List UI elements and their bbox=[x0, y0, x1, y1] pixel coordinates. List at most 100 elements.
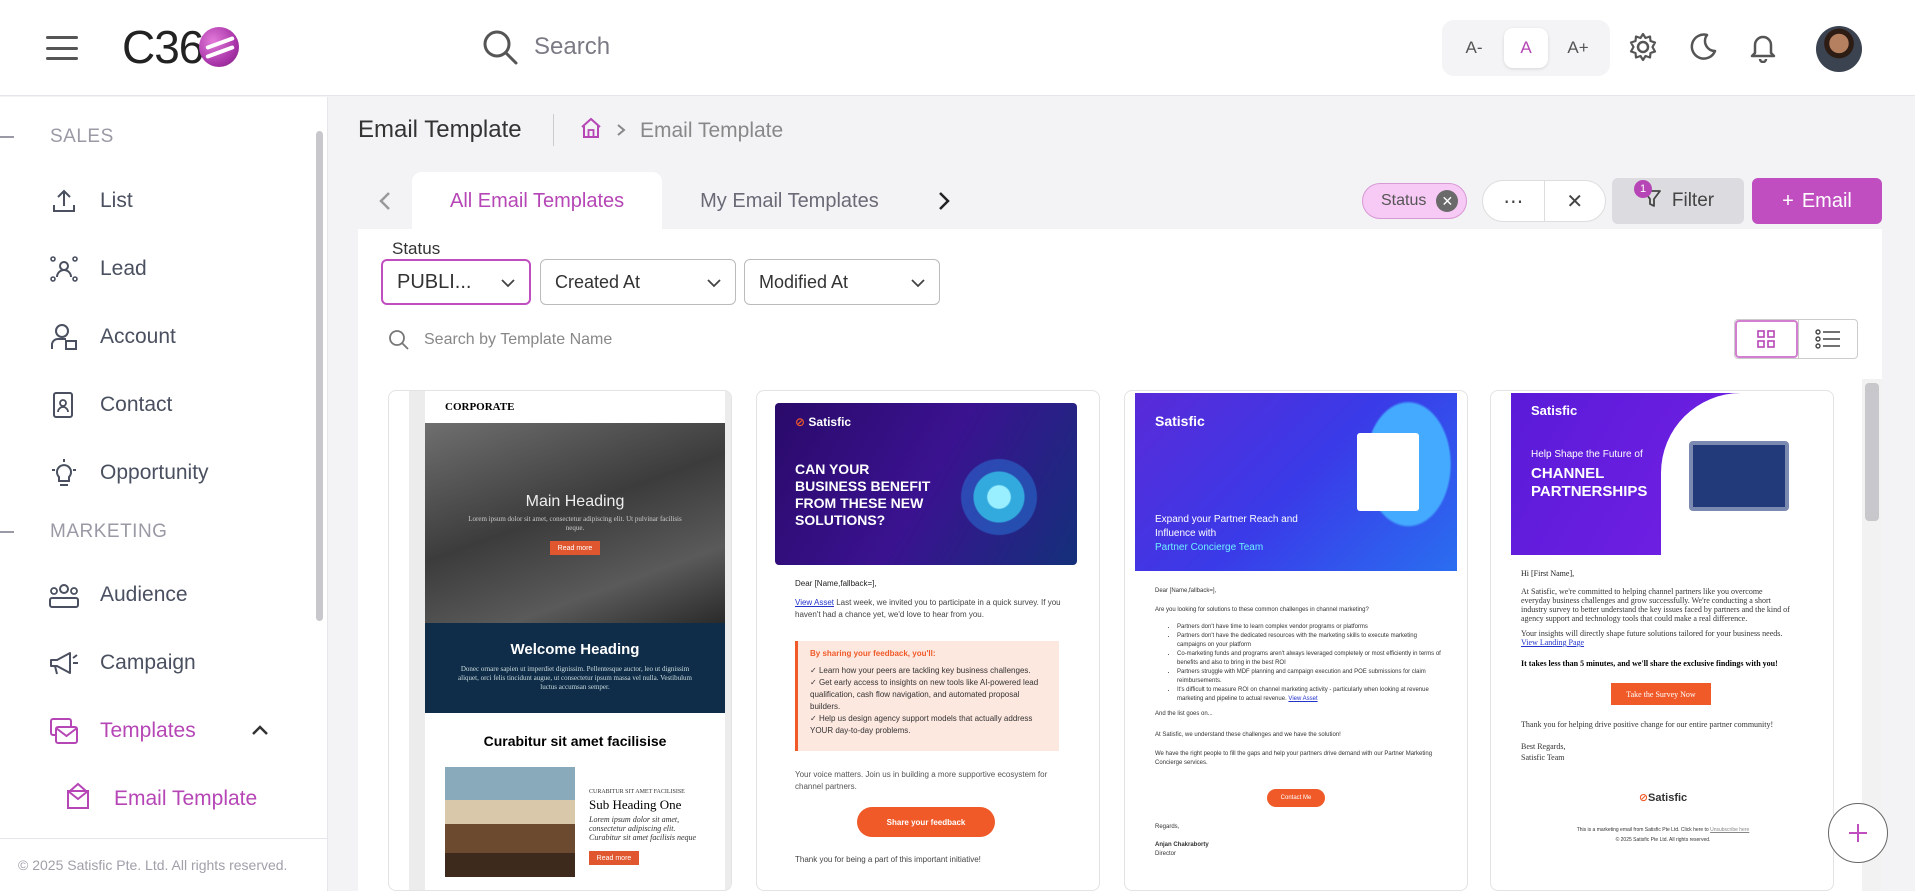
section-label-marketing: MARKETING bbox=[50, 521, 168, 542]
preview-text: Dear [Name,fallback=], bbox=[795, 579, 877, 588]
preview-text: Donec ornare sapien ut imperdiet digniss… bbox=[458, 665, 692, 691]
template-tabs: All Email Templates My Email Templates bbox=[358, 172, 971, 230]
tabs-next-button[interactable] bbox=[917, 172, 971, 230]
sidebar-subitem-email-template[interactable]: Email Template bbox=[64, 777, 304, 821]
more-options-icon[interactable]: ⋯ bbox=[1483, 181, 1545, 221]
email-sheet: CORPORATE Main Heading Lorem ipsum dolor… bbox=[425, 391, 725, 890]
filter-count-badge: 1 bbox=[1634, 180, 1652, 198]
sidebar-item-audience[interactable]: Audience bbox=[48, 573, 308, 617]
sidebar-subitem-label: Email Template bbox=[114, 787, 258, 810]
preview-orb-graphic bbox=[955, 453, 1043, 541]
email-template-icon bbox=[64, 781, 92, 817]
preview-text: Sub Heading One bbox=[589, 797, 682, 812]
upload-icon bbox=[48, 185, 80, 217]
scrollbar-thumb[interactable] bbox=[1865, 383, 1879, 521]
card-preview: CORPORATE Main Heading Lorem ipsum dolor… bbox=[409, 391, 731, 890]
preview-hero-image: Main Heading Lorem ipsum dolor sit amet,… bbox=[425, 423, 725, 623]
section-label-sales: SALES bbox=[50, 126, 114, 147]
dark-mode-moon-icon[interactable] bbox=[1686, 30, 1720, 64]
preview-text: Expand your Partner Reach and Influence … bbox=[1155, 514, 1298, 553]
logo-globe-icon bbox=[199, 27, 240, 67]
preview-text: Hi [First Name], bbox=[1521, 569, 1575, 578]
gear-icon[interactable] bbox=[1626, 30, 1660, 64]
copyright-footer: © 2025 Satisfic Pte. Ltd. All rights res… bbox=[0, 838, 327, 891]
status-select-value: PUBLI... bbox=[397, 270, 472, 293]
preview-text: Your voice matters. Join us in building … bbox=[795, 770, 1048, 791]
modified-at-select[interactable]: Modified At bbox=[744, 259, 940, 305]
sidebar-item-templates[interactable]: Templates bbox=[48, 709, 308, 753]
font-normal-button[interactable]: A bbox=[1504, 28, 1548, 68]
filter-button[interactable]: 1 Filter bbox=[1612, 178, 1744, 224]
sidebar-item-lead[interactable]: Lead bbox=[48, 247, 308, 291]
sidebar-item-opportunity[interactable]: Opportunity bbox=[48, 451, 308, 495]
preview-button: Read more bbox=[589, 851, 639, 865]
preview-text: Lorem ipsum dolor sit amet, consectetur … bbox=[589, 815, 697, 842]
grid-view-icon[interactable] bbox=[1735, 320, 1798, 358]
preview-text: CORPORATE bbox=[445, 401, 515, 413]
sidebar-item-campaign[interactable]: Campaign bbox=[48, 641, 308, 685]
preview-monitor-graphic bbox=[1689, 441, 1789, 511]
bell-icon[interactable] bbox=[1746, 30, 1780, 64]
font-decrease-button[interactable]: A- bbox=[1452, 28, 1496, 68]
sidebar-item-label: Lead bbox=[100, 257, 147, 280]
global-search[interactable]: Search bbox=[480, 27, 610, 67]
font-increase-button[interactable]: A+ bbox=[1556, 28, 1600, 68]
user-avatar[interactable] bbox=[1816, 26, 1862, 72]
megaphone-icon bbox=[48, 647, 80, 679]
template-search-input[interactable]: Search by Template Name bbox=[388, 329, 612, 351]
sidebar-item-label: Audience bbox=[100, 583, 188, 606]
preview-text-block: At Satisfic, we're committed to helping … bbox=[1521, 587, 1790, 647]
template-card-2[interactable]: ⊘ Satisfic CAN YOUR BUSINESS BENEFIT FRO… bbox=[756, 390, 1100, 891]
preview-button: Take the Survey Now bbox=[1611, 683, 1711, 705]
new-email-button[interactable]: + Email bbox=[1752, 178, 1882, 224]
sidebar-item-account[interactable]: Account bbox=[48, 315, 308, 359]
global-search-placeholder: Search bbox=[534, 33, 611, 60]
logo-text: C36 bbox=[122, 21, 204, 73]
sidebar-item-label: Templates bbox=[100, 719, 196, 742]
preview-text: Main Heading bbox=[525, 493, 625, 510]
actions-group: ⋯ ✕ bbox=[1482, 180, 1606, 222]
chip-remove-icon[interactable]: ✕ bbox=[1436, 190, 1459, 212]
template-card-3[interactable]: Satisfic Expand your Partner Reach and I… bbox=[1124, 390, 1468, 891]
sidebar-item-list[interactable]: List bbox=[48, 179, 308, 223]
preview-brand: Satisfic bbox=[1155, 413, 1205, 429]
lead-network-icon bbox=[48, 253, 80, 285]
home-icon[interactable] bbox=[580, 117, 602, 145]
sidebar-item-label: Account bbox=[100, 325, 176, 348]
top-bar: C36 Search A- A A+ bbox=[0, 0, 1915, 96]
preview-brand: ⊘ Satisfic bbox=[795, 415, 852, 429]
account-user-icon bbox=[48, 321, 80, 353]
font-size-toggle: A- A A+ bbox=[1442, 20, 1610, 76]
status-field-label: Status bbox=[392, 239, 441, 258]
preview-text: CAN YOUR BUSINESS BENEFIT FROM THESE NEW… bbox=[795, 461, 931, 528]
preview-text: Help Shape the Future of bbox=[1531, 449, 1643, 460]
plus-icon: + bbox=[1782, 189, 1794, 212]
template-card-4[interactable]: Satisfic Help Shape the Future of CHANNE… bbox=[1490, 390, 1834, 891]
preview-text: Welcome Heading bbox=[510, 641, 640, 658]
preview-footer-logo: ⊘Satisfic bbox=[1638, 792, 1688, 804]
list-view-icon[interactable] bbox=[1797, 320, 1858, 358]
breadcrumb-chevron-icon bbox=[616, 119, 626, 143]
status-select[interactable]: PUBLI... bbox=[381, 259, 531, 305]
sidebar-item-contact[interactable]: Contact bbox=[48, 383, 308, 427]
tab-all-email-templates[interactable]: All Email Templates bbox=[412, 172, 663, 230]
chevron-down-icon bbox=[911, 272, 925, 293]
tabs-prev-button[interactable] bbox=[358, 172, 412, 230]
status-filter-chip: Status ✕ bbox=[1362, 183, 1468, 219]
clear-filters-icon[interactable]: ✕ bbox=[1545, 181, 1606, 221]
sidebar-scrollbar[interactable] bbox=[316, 131, 323, 621]
created-at-select[interactable]: Created At bbox=[540, 259, 736, 305]
preview-button: Contact Me bbox=[1267, 789, 1325, 807]
add-fab-button[interactable] bbox=[1828, 803, 1888, 863]
tab-my-email-templates[interactable]: My Email Templates bbox=[662, 172, 917, 230]
contact-card-icon bbox=[48, 389, 80, 421]
template-card-1[interactable]: CORPORATE Main Heading Lorem ipsum dolor… bbox=[388, 390, 732, 891]
sidebar: SALES List Lead Account Contact Opportun… bbox=[0, 97, 328, 891]
chevron-up-icon[interactable] bbox=[250, 719, 270, 743]
search-icon bbox=[389, 330, 409, 350]
preview-text: View Asset Last week, we invited you to … bbox=[795, 598, 1061, 619]
breadcrumb: Email Template bbox=[580, 117, 783, 145]
menu-icon[interactable] bbox=[46, 36, 78, 60]
preview-hero-image: Satisfic Expand your Partner Reach and I… bbox=[1135, 393, 1457, 571]
app-logo[interactable]: C36 bbox=[122, 21, 240, 73]
